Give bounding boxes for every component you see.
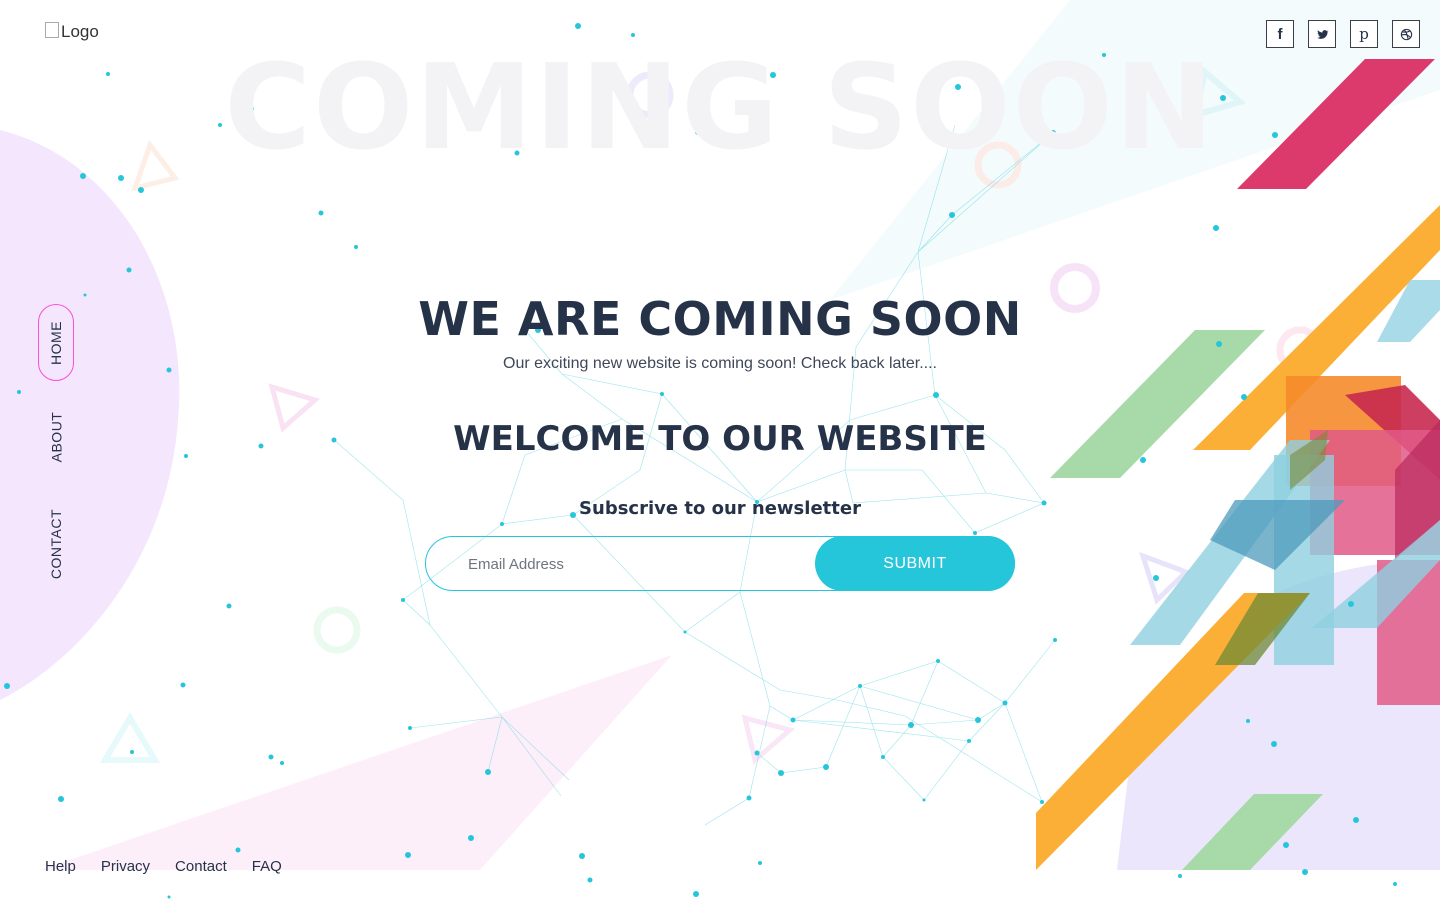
- logo[interactable]: Logo: [45, 22, 99, 42]
- pinterest-link[interactable]: p: [1350, 20, 1378, 48]
- footer-link-privacy[interactable]: Privacy: [101, 858, 150, 875]
- footer-links: Help Privacy Contact FAQ: [45, 858, 282, 875]
- footer-link-help[interactable]: Help: [45, 858, 76, 875]
- ring-shape: [313, 606, 361, 654]
- twitter-icon: [1316, 29, 1329, 39]
- social-links: f p: [1266, 20, 1420, 48]
- dribbble-icon: [1400, 28, 1412, 40]
- newsletter-form: SUBMIT: [425, 536, 1015, 592]
- hero-title: WE ARE COMING SOON: [418, 292, 1022, 346]
- footer-link-contact[interactable]: Contact: [175, 858, 227, 875]
- broken-image-icon: [45, 22, 59, 38]
- hero-subtitle: Our exciting new website is coming soon!…: [503, 355, 937, 372]
- twitter-link[interactable]: [1308, 20, 1336, 48]
- welcome-heading: WELCOME TO OUR WEBSITE: [453, 419, 987, 459]
- triangle-outline: [741, 714, 796, 765]
- nav-item-label: CONTACT: [48, 508, 64, 580]
- newsletter-heading: Subscrive to our newsletter: [579, 498, 861, 519]
- footer-link-faq[interactable]: FAQ: [252, 858, 282, 875]
- coming-soon-watermark: COMING SOON: [224, 38, 1216, 176]
- dribbble-link[interactable]: [1392, 20, 1420, 48]
- email-input[interactable]: [466, 537, 810, 592]
- triangle-outline: [99, 712, 161, 763]
- facebook-link[interactable]: f: [1266, 20, 1294, 48]
- pinterest-icon: p: [1359, 24, 1369, 43]
- left-purple-blob: [0, 130, 180, 700]
- facebook-icon: f: [1277, 25, 1283, 43]
- logo-alt-text: Logo: [61, 22, 99, 41]
- submit-button[interactable]: SUBMIT: [815, 536, 1015, 591]
